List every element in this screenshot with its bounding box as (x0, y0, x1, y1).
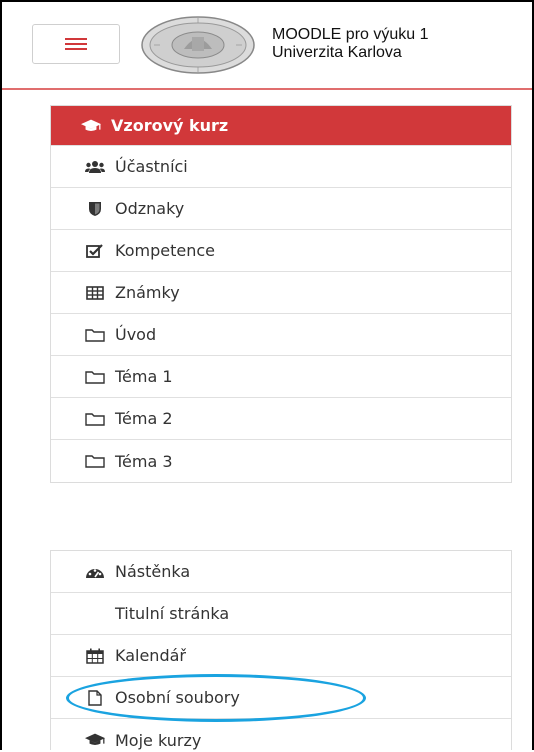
calendar-icon (85, 648, 105, 664)
nav-item-label: Odznaky (115, 199, 185, 218)
course-title: Vzorový kurz (111, 116, 229, 135)
app-frame: MOODLE pro výuku 1 Univerzita Karlova Vz… (0, 0, 534, 750)
nav-item-badges[interactable]: Odznaky (51, 188, 511, 230)
nav-item-calendar[interactable]: Kalendář (51, 635, 511, 677)
menu-toggle-button[interactable] (32, 24, 120, 64)
nav-item-my-courses[interactable]: Moje kurzy (51, 719, 511, 750)
table-icon (85, 285, 105, 301)
nav-item-label: Kompetence (115, 241, 215, 260)
university-seal-logo[interactable] (140, 15, 256, 75)
graduation-cap-icon (81, 118, 101, 134)
graduation-cap-icon (85, 732, 105, 748)
site-title-line2: Univerzita Karlova (272, 44, 402, 61)
file-icon (85, 689, 105, 706)
nav-item-site-home[interactable]: Titulní stránka (51, 593, 511, 635)
site-header: MOODLE pro výuku 1 Univerzita Karlova (2, 2, 532, 90)
nav-item-label: Úvod (115, 325, 157, 344)
site-title-line1: MOODLE pro výuku 1 (272, 26, 429, 43)
hamburger-icon (65, 38, 87, 50)
nav-item-label: Nástěnka (115, 562, 191, 581)
nav-item-label: Osobní soubory (115, 688, 240, 707)
nav-item-label: Téma 3 (115, 451, 173, 471)
nav-item-dashboard[interactable]: Nástěnka (51, 551, 511, 593)
dashboard-icon (85, 564, 105, 580)
nav-item-private-files[interactable]: Osobní soubory (51, 677, 511, 719)
nav-item-section-topic-2[interactable]: Téma 2 (51, 398, 511, 440)
nav-item-section-topic-3[interactable]: Téma 3 (51, 440, 511, 482)
nav-item-section-topic-1[interactable]: Téma 1 (51, 356, 511, 398)
nav-item-label: Známky (115, 283, 180, 302)
nav-item-label: Titulní stránka (115, 604, 230, 623)
nav-item-grades[interactable]: Známky (51, 272, 511, 314)
course-home-link[interactable]: Vzorový kurz (51, 106, 511, 146)
nav-item-label: Téma 2 (115, 409, 173, 428)
course-nav-block: Vzorový kurz Účastníci Odznaky Kompetenc… (50, 105, 512, 483)
site-nav-block: Nástěnka Titulní stránka Kalendář Osobní… (50, 550, 512, 750)
folder-icon (85, 453, 105, 469)
users-icon (85, 159, 105, 175)
nav-item-participants[interactable]: Účastníci (51, 146, 511, 188)
nav-item-label: Moje kurzy (115, 730, 202, 750)
site-title[interactable]: MOODLE pro výuku 1 Univerzita Karlova (272, 26, 429, 62)
folder-icon (85, 411, 105, 427)
nav-item-competencies[interactable]: Kompetence (51, 230, 511, 272)
nav-item-label: Téma 1 (115, 367, 173, 386)
folder-icon (85, 369, 105, 385)
folder-icon (85, 327, 105, 343)
nav-item-label: Účastníci (115, 157, 188, 176)
shield-icon (85, 201, 105, 217)
checkbox-icon (85, 243, 105, 259)
nav-item-section-intro[interactable]: Úvod (51, 314, 511, 356)
nav-item-label: Kalendář (115, 646, 186, 665)
